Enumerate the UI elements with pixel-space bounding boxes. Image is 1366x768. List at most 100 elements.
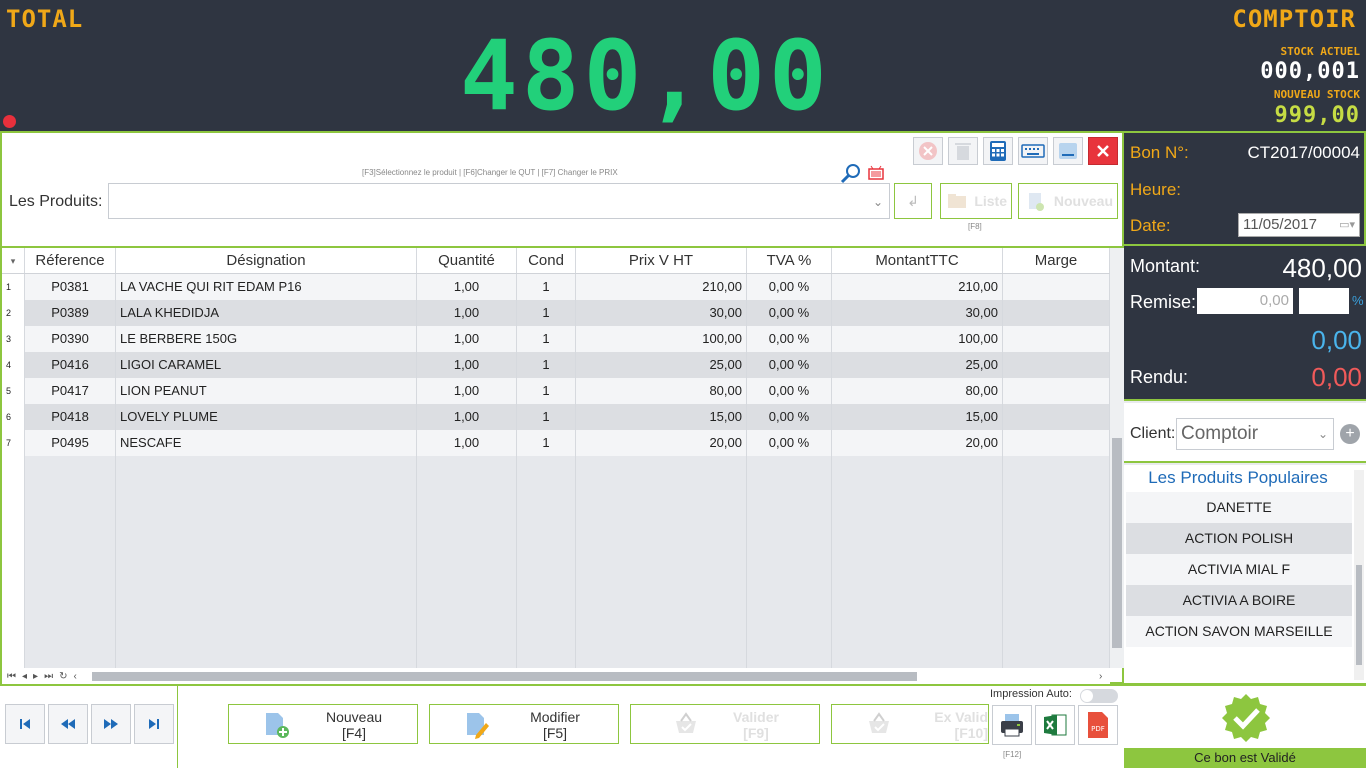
client-select[interactable]: Comptoir ⌄ xyxy=(1176,418,1334,450)
first-page-icon[interactable]: ⏮ xyxy=(7,671,16,682)
cell-total-ttc: 20,00 xyxy=(832,430,1003,456)
column-header[interactable]: TVA % xyxy=(747,248,832,273)
cell-quantity[interactable]: 1,00 xyxy=(417,300,517,326)
header-filter-icon[interactable]: ▾ xyxy=(2,248,25,273)
column-header[interactable]: Désignation xyxy=(116,248,417,273)
cell-quantity[interactable]: 1,00 xyxy=(417,326,517,352)
next-page-icon[interactable]: ▸ xyxy=(33,671,38,682)
pos-window: TOTAL 480,00 COMPTOIR STOCK ACTUEL 000,0… xyxy=(0,0,1366,768)
cell-price[interactable]: 100,00 xyxy=(576,326,747,352)
cell-price[interactable]: 15,00 xyxy=(576,404,747,430)
validated-badge-icon xyxy=(1222,694,1270,742)
remise-input[interactable]: 0,00 xyxy=(1197,288,1293,314)
popular-item[interactable]: ACTIVIA MIAL F xyxy=(1126,554,1352,585)
minimize-button[interactable] xyxy=(1053,137,1083,165)
calendar-icon[interactable]: ▭▾ xyxy=(1339,214,1355,236)
calculator-button[interactable] xyxy=(983,137,1013,165)
add-client-icon[interactable]: + xyxy=(1340,424,1360,444)
popular-item[interactable]: ACTION POLISH xyxy=(1126,523,1352,554)
cell-quantity[interactable]: 1,00 xyxy=(417,378,517,404)
new-bon-button[interactable]: Nouveau [F4] xyxy=(228,704,418,744)
rewind-icon xyxy=(61,719,75,729)
row-number: 6 xyxy=(2,404,25,430)
column-header[interactable]: MontantTTC xyxy=(832,248,1003,273)
cell-designation: LALA KHEDIDJA xyxy=(116,300,417,326)
scroll-left-icon[interactable]: ‹ xyxy=(73,671,76,682)
last-page-icon[interactable]: ⏭ xyxy=(44,671,53,682)
export-pdf-button[interactable]: PDF xyxy=(1078,705,1118,745)
cell-price[interactable]: 80,00 xyxy=(576,378,747,404)
auto-print-toggle[interactable] xyxy=(1080,689,1118,703)
popular-item[interactable]: ACTIVIA A BOIRE xyxy=(1126,585,1352,616)
previous-record-button[interactable] xyxy=(48,704,88,744)
liste-label: Liste xyxy=(974,193,1007,209)
popular-title: Les Produits Populaires xyxy=(1148,468,1328,487)
cell-quantity[interactable]: 1,00 xyxy=(417,352,517,378)
cell-quantity[interactable]: 1,00 xyxy=(417,430,517,456)
cell-quantity[interactable]: 1,00 xyxy=(417,274,517,300)
date-field[interactable]: 11/05/2017 ▭▾ xyxy=(1238,213,1360,237)
print-shortcut: [F12] xyxy=(1003,750,1022,759)
basket-check-icon xyxy=(676,712,696,733)
close-button[interactable] xyxy=(1088,137,1118,165)
new-product-button[interactable]: Nouveau xyxy=(1018,183,1118,219)
popular-item[interactable]: ACTION SAVON MARSEILLE xyxy=(1126,616,1352,647)
table-row[interactable]: 1 P0381 LA VACHE QUI RIT EDAM P16 1,00 1… xyxy=(2,274,1110,300)
rendu-value: 0,00 xyxy=(1311,362,1362,392)
scroll-right-icon[interactable]: › xyxy=(1099,671,1102,682)
popular-scrollbar[interactable] xyxy=(1354,470,1364,680)
cell-marge xyxy=(1003,352,1110,378)
rendu-label: Rendu: xyxy=(1130,367,1189,387)
table-row[interactable]: 2 P0389 LALA KHEDIDJA 1,00 1 30,00 0,00 … xyxy=(2,300,1110,326)
bon-label: Bon N°: xyxy=(1130,143,1189,162)
column-header[interactable]: Marge xyxy=(1003,248,1110,273)
refresh-icon[interactable]: ↻ xyxy=(59,671,67,682)
delete-button[interactable] xyxy=(948,137,978,165)
keyboard-button[interactable] xyxy=(1018,137,1048,165)
cell-cond: 1 xyxy=(517,274,576,300)
cell-price[interactable]: 210,00 xyxy=(576,274,747,300)
table-row[interactable]: 4 P0416 LIGOI CARAMEL 1,00 1 25,00 0,00 … xyxy=(2,352,1110,378)
column-header[interactable]: Prix V HT xyxy=(576,248,747,273)
table-row[interactable]: 5 P0417 LION PEANUT 1,00 1 80,00 0,00 % … xyxy=(2,378,1110,404)
column-header[interactable]: Réference xyxy=(25,248,116,273)
chevron-down-icon: ⌄ xyxy=(1317,427,1328,441)
column-header[interactable]: Quantité xyxy=(417,248,517,273)
column-header[interactable]: Cond xyxy=(517,248,576,273)
table-horizontal-scrollbar[interactable]: ⏮ ◂ ▸ ⏭ ↻ ‹ › xyxy=(2,668,1110,684)
heure-label: Heure: xyxy=(1130,180,1182,199)
cell-reference: P0389 xyxy=(25,300,116,326)
prev-page-icon[interactable]: ◂ xyxy=(22,671,27,682)
last-record-button[interactable] xyxy=(134,704,174,744)
export-excel-button[interactable] xyxy=(1035,705,1075,745)
product-select[interactable]: ⌄ xyxy=(108,183,890,219)
scrollbar-thumb[interactable] xyxy=(1112,438,1122,648)
cancel-circle-button[interactable] xyxy=(913,137,943,165)
cell-price[interactable]: 20,00 xyxy=(576,430,747,456)
cell-quantity[interactable]: 1,00 xyxy=(417,404,517,430)
minimize-icon xyxy=(1059,143,1077,159)
scrollbar-thumb[interactable] xyxy=(1356,565,1362,665)
cell-designation: LOVELY PLUME xyxy=(116,404,417,430)
popular-item[interactable]: DANETTE xyxy=(1126,492,1352,523)
table-header: ▾ Réference Désignation Quantité Cond Pr… xyxy=(2,248,1110,274)
table-row[interactable]: 6 P0418 LOVELY PLUME 1,00 1 15,00 0,00 %… xyxy=(2,404,1110,430)
remise-percent-input[interactable] xyxy=(1299,288,1349,314)
enter-button[interactable]: ↲ xyxy=(894,183,932,219)
table-row[interactable]: 3 P0390 LE BERBERE 150G 1,00 1 100,00 0,… xyxy=(2,326,1110,352)
cell-designation: LE BERBERE 150G xyxy=(116,326,417,352)
cell-designation: LIGOI CARAMEL xyxy=(116,352,417,378)
next-record-button[interactable] xyxy=(91,704,131,744)
table-vertical-scrollbar[interactable] xyxy=(1110,248,1124,668)
validate-button[interactable]: Valider [F9] xyxy=(630,704,820,744)
products-table: ▾ Réference Désignation Quantité Cond Pr… xyxy=(2,248,1110,668)
modify-button[interactable]: Modifier [F5] xyxy=(429,704,619,744)
cell-price[interactable]: 25,00 xyxy=(576,352,747,378)
table-row[interactable]: 7 P0495 NESCAFE 1,00 1 20,00 0,00 % 20,0… xyxy=(2,430,1110,456)
liste-button[interactable]: Liste xyxy=(940,183,1012,219)
print-button[interactable] xyxy=(992,705,1032,745)
scrollbar-thumb[interactable] xyxy=(92,672,917,681)
first-record-button[interactable] xyxy=(5,704,45,744)
cell-price[interactable]: 30,00 xyxy=(576,300,747,326)
ex-validate-button[interactable]: Ex Valid [F10] xyxy=(831,704,989,744)
